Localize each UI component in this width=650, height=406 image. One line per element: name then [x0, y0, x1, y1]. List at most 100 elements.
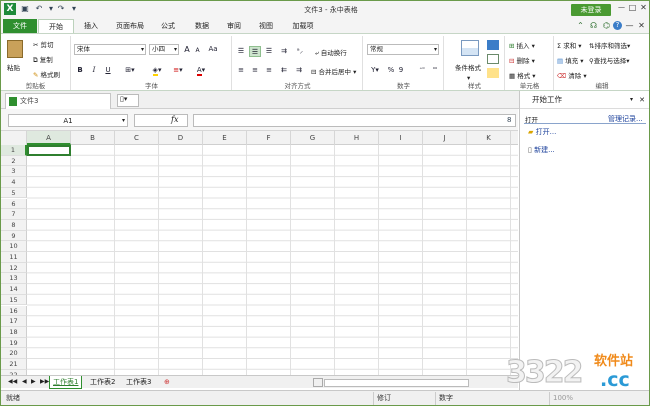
save-icon[interactable]: ▣	[20, 4, 30, 14]
increase-decimal-icon[interactable]: ⁺⁰	[416, 65, 428, 76]
active-cell-A1[interactable]	[27, 145, 71, 156]
indent-icon[interactable]: ⇉	[278, 46, 290, 57]
orientation-icon[interactable]: ᵃ⸝	[293, 46, 307, 57]
row-header-2[interactable]: 2	[1, 155, 27, 167]
sort-filter-button[interactable]: ⇅排序和筛选▾	[589, 40, 630, 50]
table-style-icon[interactable]	[487, 40, 499, 50]
help-link-icon[interactable]: ☊	[589, 21, 598, 30]
name-box[interactable]: A1 ▾	[8, 114, 128, 127]
cell-style-icon-2[interactable]	[487, 68, 499, 78]
new-link[interactable]: ▯ 新建...	[528, 145, 555, 155]
row-header-9[interactable]: 9	[1, 230, 27, 242]
align-right-icon[interactable]: ≡	[263, 65, 275, 76]
row-header-3[interactable]: 3	[1, 166, 27, 178]
row-header-16[interactable]: 16	[1, 305, 27, 317]
grow-font-button[interactable]: A	[182, 44, 192, 55]
font-size-select[interactable]: 小四 ▾	[149, 44, 179, 55]
decrease-indent-icon[interactable]: ⇇	[278, 65, 290, 76]
row-header-1[interactable]: 1	[1, 145, 27, 156]
row-header-17[interactable]: 17	[1, 316, 27, 327]
sheet-tab-3[interactable]: 工作表3	[123, 376, 154, 389]
sum-button[interactable]: Σ 求和 ▾	[557, 40, 582, 50]
tab-home[interactable]: 开始	[38, 19, 74, 33]
row-header-10[interactable]: 10	[1, 241, 27, 252]
chevron-down-icon[interactable]: ▾	[630, 91, 633, 109]
row-header-4[interactable]: 4	[1, 177, 27, 188]
login-button[interactable]: 未登录	[571, 4, 611, 16]
paste-button[interactable]: 粘贴	[7, 62, 20, 72]
hscroll-left[interactable]	[313, 378, 323, 387]
tab-addins[interactable]: 加载项	[285, 19, 321, 33]
row-header-11[interactable]: 11	[1, 252, 27, 263]
close-pane-icon[interactable]: ✕	[639, 91, 645, 109]
tab-file[interactable]: 文件	[3, 19, 37, 33]
wrap-text-button[interactable]: ⤶ 自动换行	[315, 47, 347, 58]
tab-view[interactable]: 视图	[251, 19, 281, 33]
open-link[interactable]: ▰ 打开...	[528, 127, 556, 137]
align-top-icon[interactable]: ☰	[235, 46, 247, 57]
increase-indent-icon[interactable]: ⇉	[293, 65, 305, 76]
copy-button[interactable]: ⧉ 复制	[33, 54, 53, 65]
conditional-format-icon[interactable]	[461, 40, 479, 56]
fill-button[interactable]: ▤ 填充 ▾	[557, 55, 584, 65]
row-header-13[interactable]: 13	[1, 273, 27, 285]
delete-cells-button[interactable]: ⊟ 删除 ▾	[509, 55, 535, 65]
cell-style-icon[interactable]	[487, 54, 499, 64]
font-color-button[interactable]: A▾	[192, 65, 210, 76]
formula-input[interactable]	[193, 114, 516, 127]
help-icon[interactable]: ?	[613, 21, 622, 30]
sheet-tab-1[interactable]: 工作表1	[49, 376, 83, 389]
align-center-icon[interactable]: ≡	[249, 65, 261, 76]
percent-button[interactable]: %	[386, 65, 396, 76]
bold-button[interactable]: B	[74, 65, 86, 76]
doc-close-button[interactable]: ✕	[637, 21, 646, 30]
fill-color-button[interactable]: ◈▾	[148, 65, 166, 76]
currency-icon[interactable]: Y▾	[368, 65, 382, 76]
tab-review[interactable]: 审阅	[219, 19, 249, 33]
number-format-select[interactable]: 常规 ▾	[367, 44, 439, 55]
border-button[interactable]: ⊞▾	[122, 65, 138, 76]
close-button[interactable]: ✕	[639, 3, 648, 12]
font-name-select[interactable]: 宋体 ▾	[74, 44, 146, 55]
minimize-button[interactable]: —	[617, 3, 626, 12]
underline-button[interactable]: U	[102, 65, 114, 76]
undo-icon[interactable]: ↶	[34, 4, 44, 14]
row-header-15[interactable]: 15	[1, 294, 27, 306]
paste-icon[interactable]	[7, 40, 23, 58]
merge-center-button[interactable]: ⊟ 合并后居中 ▾	[311, 66, 356, 76]
tab-insert[interactable]: 插入	[76, 19, 106, 33]
sheet-tab-2[interactable]: 工作表2	[87, 376, 118, 389]
doc-minimize-button[interactable]: —	[625, 21, 634, 30]
row-header-19[interactable]: 19	[1, 337, 27, 349]
change-case-button[interactable]: Aa	[205, 44, 221, 55]
conditional-format-button[interactable]: 条件格式	[455, 62, 481, 72]
maximize-button[interactable]: □	[628, 3, 637, 12]
insert-function-button[interactable]: fx	[171, 115, 178, 124]
row-header-14[interactable]: 14	[1, 284, 27, 295]
row-header-8[interactable]: 8	[1, 219, 27, 231]
align-left-icon[interactable]: ≡	[235, 65, 247, 76]
first-sheet-icon[interactable]: ◀◀	[5, 376, 20, 389]
undo-dropdown-icon[interactable]: ▾	[46, 4, 56, 14]
row-header-18[interactable]: 18	[1, 326, 27, 338]
ribbon-collapse-icon[interactable]: ⌃	[576, 21, 585, 30]
decrease-decimal-icon[interactable]: ⁰⁰	[429, 65, 441, 76]
row-header-6[interactable]: 6	[1, 198, 27, 210]
format-cells-button[interactable]: ▦ 格式 ▾	[509, 70, 536, 80]
insert-cells-button[interactable]: ⊞ 插入 ▾	[509, 40, 535, 50]
row-header-21[interactable]: 21	[1, 359, 27, 370]
expand-formula-icon[interactable]: 8	[507, 116, 511, 124]
align-bottom-icon[interactable]: ☰	[263, 46, 275, 57]
new-document-button[interactable]: ▯▾	[117, 94, 139, 107]
format-painter-button[interactable]: ✎ 格式刷	[33, 69, 60, 79]
clear-button[interactable]: ⌫ 清除 ▾	[557, 70, 587, 80]
tab-data[interactable]: 数据	[187, 19, 217, 33]
document-tab[interactable]: 文件3	[5, 93, 111, 109]
comma-button[interactable]: 9	[397, 65, 405, 76]
strikethrough-button[interactable]: ≡▾	[170, 65, 186, 76]
info-icon[interactable]: ⌬	[602, 21, 611, 30]
find-select-button[interactable]: ⚲查找与选择▾	[589, 55, 630, 65]
add-sheet-icon[interactable]: ⊕	[161, 376, 173, 389]
cut-button[interactable]: ✂ 剪切	[33, 39, 54, 49]
horizontal-scrollbar[interactable]	[324, 379, 469, 387]
